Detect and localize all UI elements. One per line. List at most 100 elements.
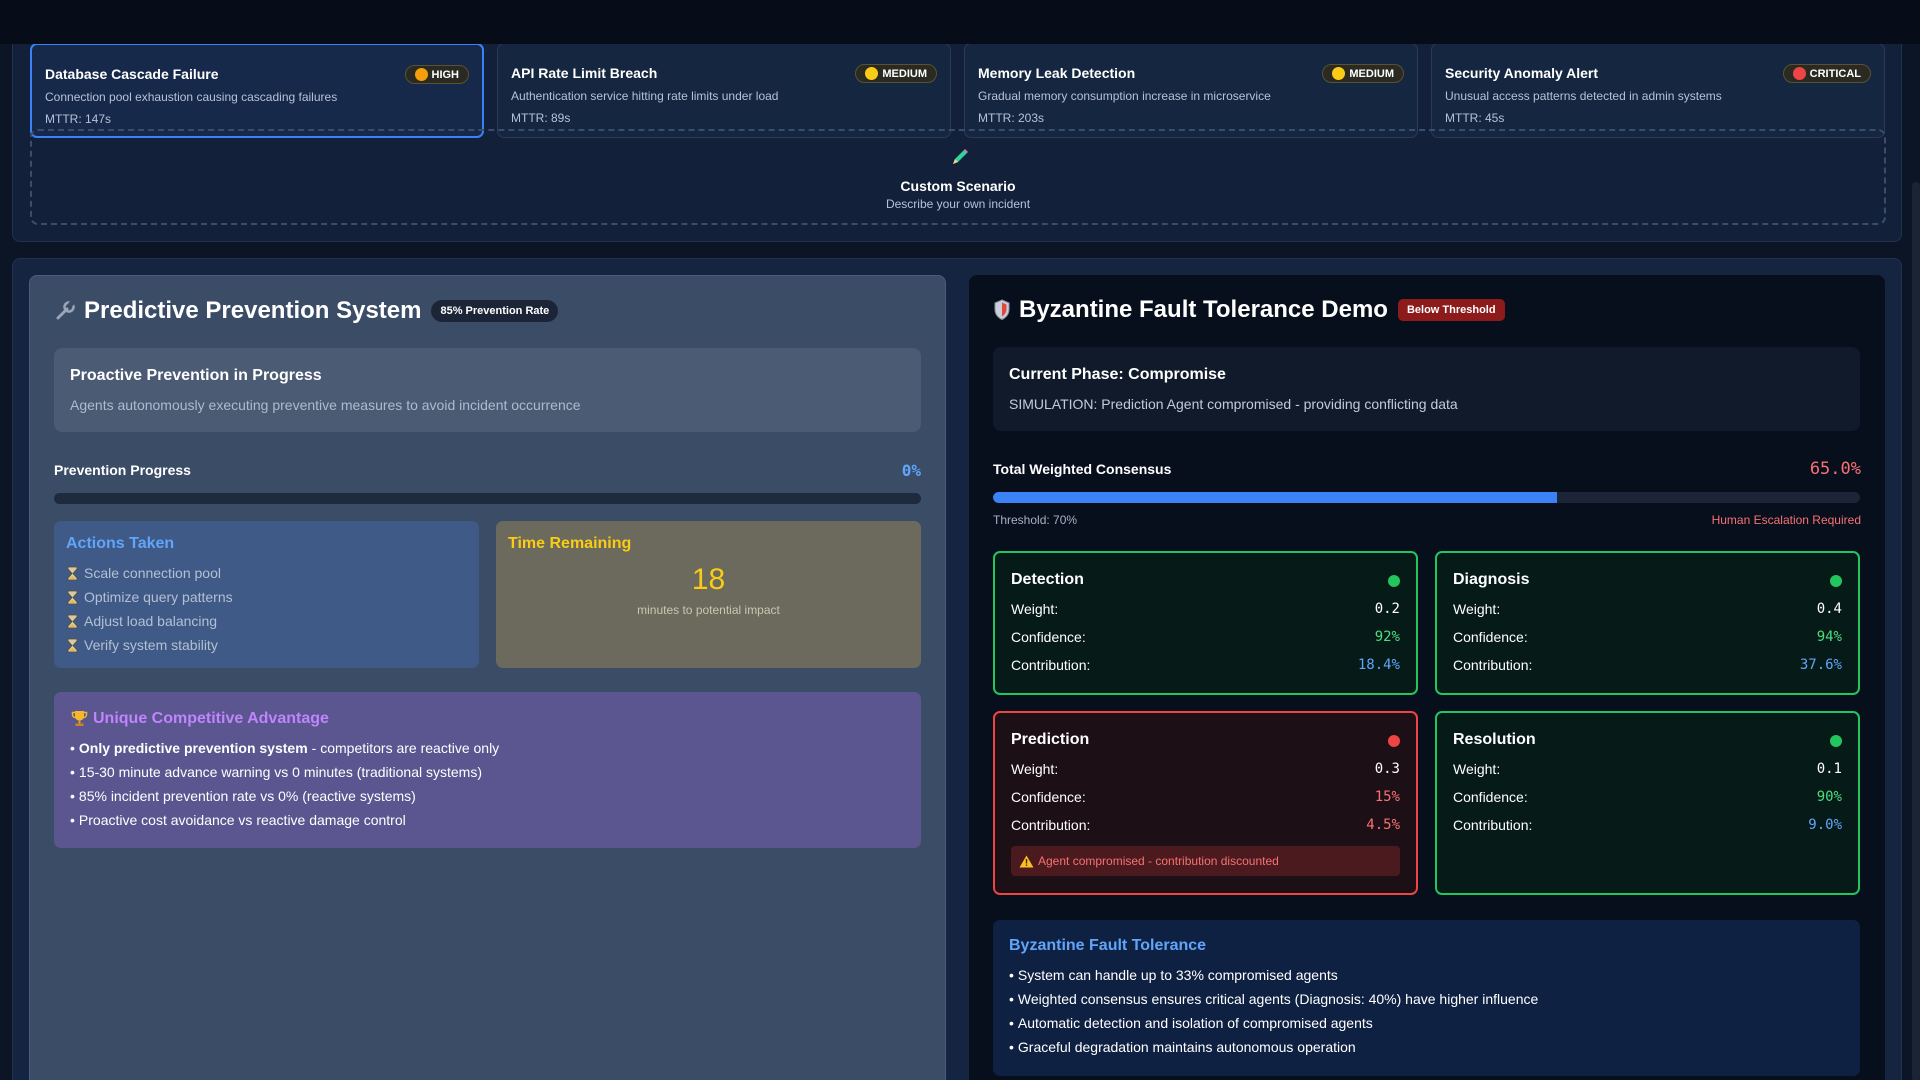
severity-label: CRITICAL (1809, 68, 1861, 80)
contribution-value: 18.4% (1357, 657, 1400, 673)
time-remaining-box: Time Remaining 18 minutes to potential i… (496, 521, 921, 668)
current-phase-box: Current Phase: Compromise SIMULATION: Pr… (993, 347, 1860, 431)
agent-confidence-row: Confidence: 94% (1453, 623, 1842, 651)
prevention-panel: Predictive Prevention System 85% Prevent… (29, 275, 946, 1080)
scenario-card-security-anomaly[interactable]: Security Anomaly Alert Unusual access pa… (1431, 43, 1885, 138)
severity-badge: CRITICAL (1782, 64, 1871, 83)
byzantine-info-item: • Automatic detection and isolation of co… (1009, 1011, 1844, 1035)
trophy-icon (71, 711, 88, 726)
agent-card-prediction: Prediction Weight: 0.3 Confidence: 15% Con… (993, 711, 1418, 895)
hourglass-icon (67, 638, 78, 652)
hourglass-icon (67, 590, 78, 604)
bullet: • (70, 812, 75, 828)
weight-label: Weight: (1453, 761, 1501, 777)
contribution-value: 4.5% (1366, 817, 1400, 833)
severity-label: MEDIUM (1349, 68, 1394, 80)
action-label: Verify system stability (84, 637, 218, 653)
actions-taken-title: Actions Taken (66, 535, 175, 552)
status-dot-icon (1388, 735, 1400, 747)
scenario-mttr: MTTR: 45s (1445, 111, 1505, 125)
weight-value: 0.4 (1816, 601, 1842, 617)
bullet: • (70, 764, 75, 780)
status-dot-icon (1830, 735, 1842, 747)
advantage-lead-bold: Only predictive prevention system (78, 740, 308, 756)
agent-name: Diagnosis (1453, 571, 1530, 588)
agent-confidence-row: Confidence: 92% (1011, 623, 1400, 651)
yellow-circle-icon (865, 67, 879, 80)
prevention-header: Predictive Prevention System 85% Prevent… (54, 297, 559, 325)
agent-name: Detection (1011, 571, 1084, 588)
custom-scenario-title: Custom Scenario (900, 178, 1016, 194)
advantage-text: 85% incident prevention rate vs 0% (reac… (78, 788, 416, 804)
confidence-value: 92% (1374, 629, 1400, 645)
scenario-description: Authentication service hitting rate limi… (511, 89, 779, 103)
agent-weight-row: Weight: 0.3 (1011, 755, 1400, 783)
severity-badge: HIGH (404, 65, 469, 84)
agent-contribution-row: Contribution: 37.6% (1453, 651, 1842, 679)
action-item: Scale connection pool (66, 561, 467, 585)
contribution-label: Contribution: (1011, 817, 1091, 833)
severity-label: HIGH (431, 69, 460, 81)
warning-icon (1019, 855, 1034, 867)
byzantine-info-item: • Weighted consensus ensures critical age… (1009, 987, 1844, 1011)
scenario-card-memory-leak[interactable]: Memory Leak Detection Gradual memory con… (964, 43, 1418, 138)
confidence-label: Confidence: (1453, 789, 1528, 805)
weight-value: 0.1 (1816, 761, 1842, 777)
status-dot-icon (1388, 575, 1400, 587)
time-remaining-unit: minutes to potential impact (637, 603, 780, 617)
bullet: • (70, 740, 75, 756)
agent-contribution-row: Contribution: 18.4% (1011, 651, 1400, 679)
action-label: Adjust load balancing (84, 613, 218, 629)
bullet: • (1009, 991, 1014, 1007)
agent-contribution-row: Contribution: 4.5% (1011, 811, 1400, 839)
scenario-description: Unusual access patterns detected in admi… (1445, 89, 1722, 103)
contribution-value: 37.6% (1799, 657, 1842, 673)
confidence-label: Confidence: (1011, 789, 1086, 805)
prevention-progress-value: 0% (901, 461, 921, 480)
advantage-text: Proactive cost avoidance vs reactive dam… (78, 812, 406, 828)
byzantine-info-title: Byzantine Fault Tolerance (1009, 937, 1207, 954)
bullet: • (1009, 1015, 1014, 1031)
time-remaining-value: 18 (691, 563, 726, 596)
contribution-label: Contribution: (1453, 657, 1533, 673)
scrollbar-thumb[interactable] (1912, 182, 1920, 1080)
action-label: Optimize query patterns (84, 589, 233, 605)
confidence-value: 94% (1816, 629, 1842, 645)
agent-card-detection: Detection Weight: 0.2 Confidence: 92% Cont… (993, 551, 1418, 695)
consensus-value: 65.0% (1809, 459, 1861, 479)
scenario-description: Gradual memory consumption increase in m… (978, 89, 1271, 103)
bullet: • (70, 788, 75, 804)
scenario-mttr: MTTR: 89s (511, 111, 571, 125)
current-phase-title: Current Phase: Compromise (1009, 366, 1226, 383)
escalation-label: Human Escalation Required (1711, 513, 1861, 527)
advantage-item: • Only predictive prevention system - co… (70, 736, 905, 760)
contribution-label: Contribution: (1011, 657, 1091, 673)
current-phase-subtitle: SIMULATION: Prediction Agent compromised… (1009, 396, 1458, 412)
weight-value: 0.3 (1374, 761, 1400, 777)
red-circle-icon (1792, 67, 1806, 80)
bullet: • (1009, 967, 1014, 983)
scenario-card-api-rate-limit[interactable]: API Rate Limit Breach Authentication ser… (497, 43, 951, 138)
pencil-icon (953, 149, 968, 164)
agent-card-diagnosis: Diagnosis Weight: 0.4 Confidence: 94% Cont… (1435, 551, 1860, 695)
byzantine-info-text: System can handle up to 33% compromised … (1017, 967, 1338, 983)
severity-label: MEDIUM (882, 68, 927, 80)
status-dot-icon (1830, 575, 1842, 587)
hourglass-icon (67, 614, 78, 628)
severity-badge: MEDIUM (1322, 64, 1404, 83)
contribution-label: Contribution: (1453, 817, 1533, 833)
byzantine-info-text: Weighted consensus ensures critical agen… (1017, 991, 1539, 1007)
scenario-card-database-cascade[interactable]: Database Cascade Failure Connection pool… (30, 43, 484, 138)
confidence-label: Confidence: (1453, 629, 1528, 645)
weight-value: 0.2 (1374, 601, 1400, 617)
threshold-label: Threshold: 70% (993, 513, 1078, 527)
action-item: Adjust load balancing (66, 609, 467, 633)
byzantine-info-item: • System can handle up to 33% compromised… (1009, 963, 1844, 987)
prevention-progress-bar (54, 493, 921, 504)
byzantine-info-text: Graceful degradation maintains autonomou… (1017, 1039, 1356, 1055)
agent-weight-row: Weight: 0.4 (1453, 595, 1842, 623)
agent-confidence-row: Confidence: 15% (1011, 783, 1400, 811)
prevention-rate-badge: 85% Prevention Rate (431, 300, 559, 322)
agent-weight-row: Weight: 0.2 (1011, 595, 1400, 623)
custom-scenario-button[interactable]: Custom Scenario Describe your own incide… (30, 129, 1886, 225)
